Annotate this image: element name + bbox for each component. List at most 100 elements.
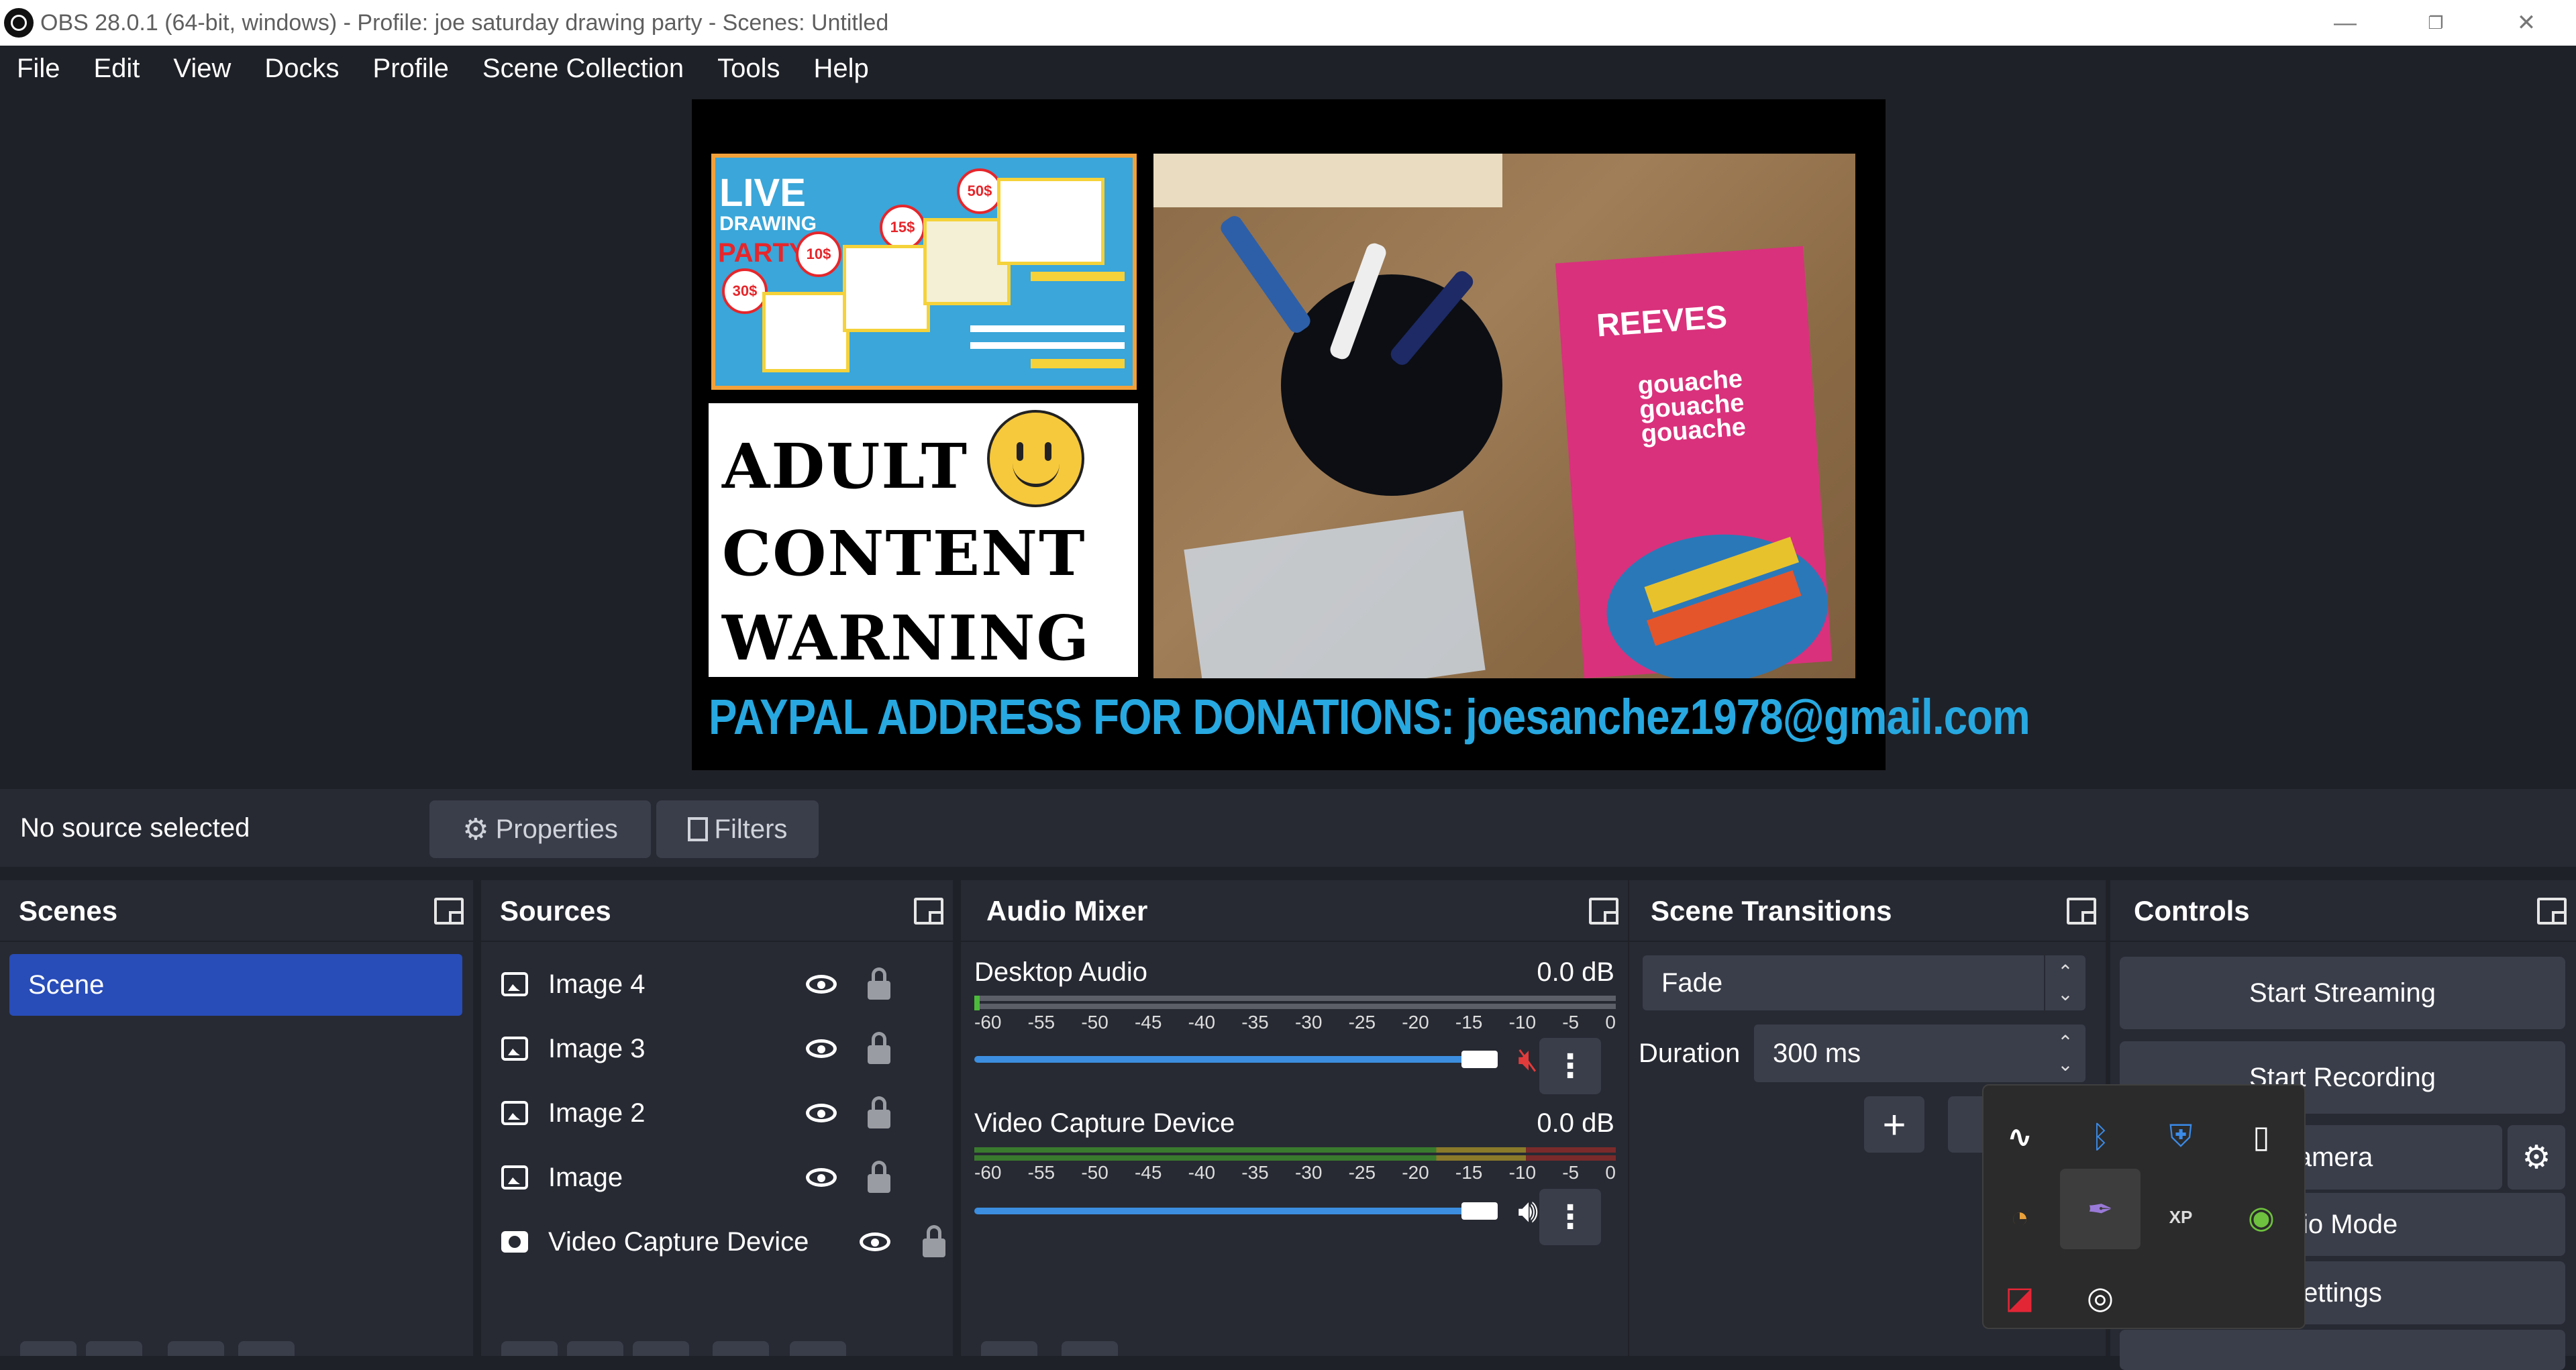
- undock-icon[interactable]: [434, 898, 464, 925]
- warning-line-1: ADULT: [722, 430, 969, 503]
- pen-app-icon[interactable]: ✒: [2060, 1169, 2141, 1249]
- obs-icon[interactable]: ◎: [2073, 1271, 2127, 1324]
- source-label: Video Capture Device: [548, 1226, 809, 1257]
- move-scene-down-button[interactable]: [238, 1341, 295, 1356]
- menu-docks[interactable]: Docks: [248, 54, 356, 84]
- source-label: Image: [548, 1162, 623, 1192]
- shield-app-icon[interactable]: ◔: [1993, 1190, 2047, 1244]
- menu-profile[interactable]: Profile: [356, 54, 466, 84]
- filter-icon: [687, 817, 708, 841]
- lock-icon[interactable]: [868, 1161, 890, 1193]
- lock-icon[interactable]: [868, 1032, 890, 1064]
- flyer-price-30: 30$: [722, 268, 768, 314]
- channel-menu-button[interactable]: ⋮: [1539, 1038, 1601, 1094]
- source-item[interactable]: Image: [501, 1151, 931, 1204]
- source-properties-button[interactable]: [633, 1341, 689, 1356]
- scene-transitions-title: Scene Transitions: [1651, 895, 1892, 927]
- pen-holder: [1281, 274, 1502, 496]
- undock-icon[interactable]: [2537, 898, 2567, 925]
- undock-icon[interactable]: [914, 898, 943, 925]
- image-icon: [501, 1101, 528, 1125]
- source-item[interactable]: Video Capture Device: [501, 1215, 945, 1269]
- speaker-icon[interactable]: 🔊︎: [1518, 1193, 1538, 1230]
- content-warning-image: ADULT CONTENT WARNING: [709, 403, 1138, 677]
- source-item[interactable]: Image 3: [501, 1022, 931, 1075]
- add-scene-button[interactable]: [20, 1341, 76, 1356]
- warning-line-3: WARNING: [722, 602, 1091, 674]
- undock-icon[interactable]: [1589, 898, 1618, 925]
- start-streaming-button[interactable]: Start Streaming: [2120, 957, 2565, 1029]
- channel-name: Desktop Audio: [974, 957, 1147, 987]
- duration-spinbox[interactable]: 300 ms ⌃ ⌄: [1754, 1024, 2085, 1082]
- gear-icon: ⚙: [462, 812, 489, 846]
- mixer-settings-button[interactable]: [981, 1341, 1037, 1356]
- security-warning-icon[interactable]: ⛨: [2154, 1110, 2208, 1163]
- visibility-eye-icon[interactable]: [860, 1232, 890, 1251]
- controls-header: Controls: [2110, 880, 2576, 942]
- paint-box-brand: REEVES: [1595, 299, 1729, 344]
- muted-speaker-icon[interactable]: 🔇︎: [1518, 1041, 1538, 1079]
- image-icon: [501, 972, 528, 996]
- spin-arrows-icon[interactable]: ⌃ ⌄: [2045, 1024, 2085, 1082]
- lock-icon[interactable]: [923, 1225, 945, 1257]
- move-source-down-button[interactable]: [790, 1341, 846, 1356]
- visibility-eye-icon[interactable]: [806, 1168, 837, 1187]
- menu-bar: File Edit View Docks Profile Scene Colle…: [0, 46, 2576, 91]
- warning-line-2: CONTENT: [722, 517, 1086, 590]
- tilde-app-icon[interactable]: ∿: [1993, 1110, 2047, 1163]
- volume-slider[interactable]: [974, 1208, 1478, 1214]
- utorrent-icon[interactable]: ◉: [2234, 1190, 2288, 1244]
- flyer-price-15: 15$: [880, 205, 925, 250]
- volume-slider-handle[interactable]: [1461, 1202, 1498, 1220]
- close-button[interactable]: ✕: [2483, 0, 2570, 46]
- source-item[interactable]: Image 4: [501, 957, 931, 1011]
- undock-icon[interactable]: [2067, 898, 2096, 925]
- usb-drive-icon[interactable]: ▯: [2234, 1110, 2288, 1163]
- remove-source-button[interactable]: [567, 1341, 623, 1356]
- menu-file[interactable]: File: [0, 54, 76, 84]
- audio-mixer-dock: Audio Mixer Desktop Audio 0.0 dB -60 -55-…: [961, 880, 1628, 1356]
- transition-select[interactable]: Fade ⌃ ⌄: [1643, 955, 2085, 1010]
- move-scene-up-button[interactable]: [168, 1341, 224, 1356]
- mixer-menu-button[interactable]: [1062, 1341, 1118, 1356]
- minimize-button[interactable]: —: [2302, 0, 2389, 46]
- image-icon: [501, 1165, 528, 1190]
- visibility-eye-icon[interactable]: [806, 975, 837, 994]
- menu-help[interactable]: Help: [796, 54, 885, 84]
- visibility-eye-icon[interactable]: [806, 1104, 837, 1122]
- menu-scene-collection[interactable]: Scene Collection: [466, 54, 701, 84]
- menu-edit[interactable]: Edit: [76, 54, 156, 84]
- exit-button[interactable]: [2120, 1330, 2565, 1370]
- window-title: OBS 28.0.1 (64-bit, windows) - Profile: …: [40, 9, 889, 36]
- scenes-dock: Scenes Scene: [0, 880, 473, 1356]
- source-toolbar: [0, 789, 2576, 867]
- properties-button[interactable]: ⚙ Properties: [429, 800, 651, 858]
- menu-tools[interactable]: Tools: [701, 54, 796, 84]
- scene-item[interactable]: Scene: [9, 954, 462, 1016]
- source-item[interactable]: Image 2: [501, 1086, 931, 1140]
- duration-label: Duration: [1639, 1039, 1741, 1068]
- channel-menu-button[interactable]: ⋮: [1539, 1189, 1601, 1245]
- scenes-title: Scenes: [19, 895, 118, 927]
- menu-view[interactable]: View: [156, 54, 248, 84]
- bluetooth-icon[interactable]: ᛒ: [2073, 1110, 2127, 1163]
- image-icon: [501, 1037, 528, 1061]
- lock-icon[interactable]: [868, 1096, 890, 1128]
- filters-button[interactable]: Filters: [656, 800, 819, 858]
- xp-pen-icon[interactable]: XP: [2154, 1190, 2208, 1244]
- flyer-image: LIVE DRAWING PARTY! 30$ 10$ 15$ 50$: [711, 154, 1137, 390]
- source-label: Image 4: [548, 969, 646, 999]
- visibility-eye-icon[interactable]: [806, 1039, 837, 1058]
- window-titlebar: OBS 28.0.1 (64-bit, windows) - Profile: …: [0, 0, 2576, 46]
- amd-icon[interactable]: ◪: [1993, 1271, 2047, 1324]
- system-tray-overflow: ∿ ᛒ ⛨ ▯ ◔ ✒ XP ◉ ◪ ◎: [1982, 1084, 2306, 1329]
- maximize-button[interactable]: ❐: [2392, 0, 2479, 46]
- remove-scene-button[interactable]: [86, 1341, 142, 1356]
- lock-icon[interactable]: [868, 967, 890, 1000]
- volume-slider-handle[interactable]: [1461, 1051, 1498, 1068]
- add-source-button[interactable]: [501, 1341, 558, 1356]
- move-source-up-button[interactable]: [713, 1341, 769, 1356]
- virtual-camera-settings-gear-icon[interactable]: ⚙: [2508, 1125, 2565, 1190]
- volume-slider[interactable]: [974, 1056, 1478, 1063]
- add-transition-button[interactable]: +: [1864, 1096, 1924, 1153]
